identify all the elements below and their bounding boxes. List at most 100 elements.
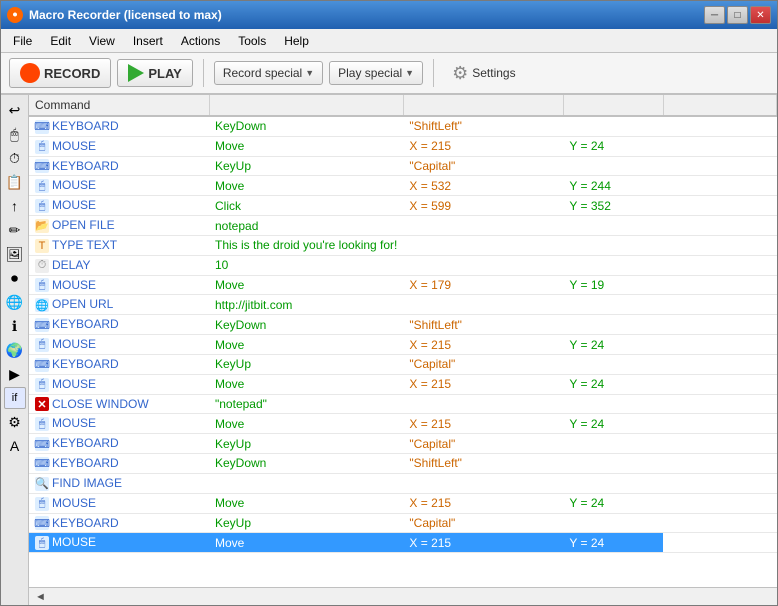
sidebar-icon-5[interactable]: ✏ — [4, 219, 26, 241]
cmd-name-text: MOUSE — [52, 416, 96, 430]
table-row[interactable]: 🌐OPEN URLhttp://jitbit.com — [29, 295, 777, 315]
cmd-name-text: MOUSE — [52, 139, 96, 153]
cmd-name-cell: 🖱MOUSE — [29, 136, 209, 156]
sidebar-icon-14[interactable]: A — [4, 435, 26, 457]
cmd-icon: ⏱ — [35, 259, 49, 273]
menu-tools[interactable]: Tools — [230, 32, 274, 50]
main-area: ↩ 🖱 ⏱ 📋 ↑ ✏ 🖼 ⏺ 🌐 ℹ 🌍 ▶ if ⚙ A Command — [1, 95, 777, 605]
cmd-action-cell: Move — [209, 136, 403, 156]
table-row[interactable]: 🖱MOUSEMoveX = 215Y = 24 — [29, 335, 777, 355]
cmd-icon: 🌐 — [35, 298, 49, 312]
record-button[interactable]: RECORD — [9, 58, 111, 88]
table-row[interactable]: ⌨KEYBOARDKeyDown"ShiftLeft" — [29, 315, 777, 335]
record-special-dropdown[interactable]: Record special ▼ — [214, 61, 323, 85]
table-row[interactable]: 🖱MOUSEClickX = 599Y = 352 — [29, 196, 777, 216]
menu-help[interactable]: Help — [276, 32, 317, 50]
cmd-param1-cell: X = 599 — [403, 196, 563, 216]
cmd-param1-cell: X = 532 — [403, 176, 563, 196]
minimize-button[interactable]: ─ — [704, 6, 725, 24]
settings-label: Settings — [472, 66, 515, 80]
close-button[interactable]: ✕ — [750, 6, 771, 24]
cmd-param1-cell: X = 215 — [403, 136, 563, 156]
cmd-action-cell: Move — [209, 414, 403, 434]
cmd-name-cell: 🖱MOUSE — [29, 493, 209, 513]
sidebar-icon-13[interactable]: ⚙ — [4, 411, 26, 433]
cmd-name-text: MOUSE — [52, 535, 96, 549]
table-row[interactable]: ⌨KEYBOARDKeyUp"Capital" — [29, 434, 777, 454]
cmd-name-cell: ⌨KEYBOARD — [29, 513, 209, 533]
cmd-icon: 🖱 — [35, 536, 49, 550]
sidebar-icon-11[interactable]: ▶ — [4, 363, 26, 385]
toolbar-separator-1 — [203, 59, 204, 87]
maximize-button[interactable]: □ — [727, 6, 748, 24]
cmd-name-cell: 🖱MOUSE — [29, 196, 209, 216]
sidebar-icon-12[interactable]: if — [4, 387, 26, 409]
col-extra — [663, 95, 776, 116]
sidebar-icon-7[interactable]: ⏺ — [4, 267, 26, 289]
cmd-name-text: KEYBOARD — [52, 119, 119, 133]
table-row[interactable]: 🖱MOUSEMoveX = 215Y = 24 — [29, 136, 777, 156]
cmd-action-cell: Move — [209, 493, 403, 513]
table-row[interactable]: 🖱MOUSEMoveX = 215Y = 24 — [29, 374, 777, 394]
cmd-name-cell: TTYPE TEXT — [29, 235, 209, 255]
table-row[interactable]: ⌨KEYBOARDKeyUp"Capital" — [29, 513, 777, 533]
sidebar-icon-3[interactable]: 📋 — [4, 171, 26, 193]
table-row[interactable]: 🖱MOUSEMoveX = 532Y = 244 — [29, 176, 777, 196]
table-row[interactable]: ⌨KEYBOARDKeyDown"ShiftLeft" — [29, 454, 777, 474]
cmd-icon: 🖱 — [35, 497, 49, 511]
cmd-param2-cell — [563, 434, 663, 454]
table-row[interactable]: 🖱MOUSEMoveX = 215Y = 24 — [29, 493, 777, 513]
sidebar-icon-8[interactable]: 🌐 — [4, 291, 26, 313]
play-special-dropdown[interactable]: Play special ▼ — [329, 61, 423, 85]
col-param2 — [563, 95, 663, 116]
sidebar-icon-1[interactable]: 🖱 — [4, 123, 26, 145]
cmd-name-cell: ⌨KEYBOARD — [29, 354, 209, 374]
cmd-icon: 🖱 — [35, 278, 49, 292]
cmd-name-text: KEYBOARD — [52, 357, 119, 371]
cmd-param2-cell — [563, 473, 663, 493]
sidebar-icon-2[interactable]: ⏱ — [4, 147, 26, 169]
col-command: Command — [29, 95, 209, 116]
cmd-param2-cell: Y = 24 — [563, 533, 663, 553]
play-button[interactable]: PLAY — [117, 59, 192, 87]
status-bar: ◄ — [29, 587, 777, 605]
menu-edit[interactable]: Edit — [42, 32, 79, 50]
play-special-label: Play special — [338, 66, 402, 80]
cmd-param2-cell — [563, 295, 663, 315]
table-row[interactable]: 📂OPEN FILEnotepad — [29, 216, 777, 236]
table-row[interactable]: ⌨KEYBOARDKeyUp"Capital" — [29, 354, 777, 374]
table-row[interactable]: 🖱MOUSEMoveX = 215Y = 24 — [29, 533, 777, 553]
table-row[interactable]: 🔍FIND IMAGE — [29, 473, 777, 493]
cmd-name-text: FIND IMAGE — [52, 476, 122, 490]
cmd-name-cell: ⏱DELAY — [29, 255, 209, 275]
sidebar-icon-4[interactable]: ↑ — [4, 195, 26, 217]
settings-button[interactable]: ⚙ Settings — [444, 59, 524, 88]
status-arrow[interactable]: ◄ — [35, 591, 46, 603]
cmd-param1-cell — [403, 255, 563, 275]
sidebar-icon-10[interactable]: 🌍 — [4, 339, 26, 361]
cmd-param1-cell: "ShiftLeft" — [403, 454, 563, 474]
table-row[interactable]: ⏱DELAY10 — [29, 255, 777, 275]
table-row[interactable]: TTYPE TEXTThis is the droid you're looki… — [29, 235, 777, 255]
table-row[interactable]: 🖱MOUSEMoveX = 215Y = 24 — [29, 414, 777, 434]
cmd-name-text: OPEN FILE — [52, 218, 115, 232]
menu-actions[interactable]: Actions — [173, 32, 228, 50]
sidebar-icon-0[interactable]: ↩ — [4, 99, 26, 121]
cmd-param2-cell: Y = 24 — [563, 374, 663, 394]
table-row[interactable]: ⌨KEYBOARDKeyDown"ShiftLeft" — [29, 116, 777, 136]
cmd-param2-cell — [563, 255, 663, 275]
cmd-name-cell: 📂OPEN FILE — [29, 216, 209, 236]
table-row[interactable]: ✕CLOSE WINDOW"notepad" — [29, 394, 777, 414]
menu-view[interactable]: View — [81, 32, 123, 50]
title-controls: ─ □ ✕ — [704, 6, 771, 24]
sidebar-icon-6[interactable]: 🖼 — [4, 243, 26, 265]
cmd-icon: 🖱 — [35, 140, 49, 154]
table-row[interactable]: ⌨KEYBOARDKeyUp"Capital" — [29, 156, 777, 176]
menu-file[interactable]: File — [5, 32, 40, 50]
sidebar-icon-9[interactable]: ℹ — [4, 315, 26, 337]
table-row[interactable]: 🖱MOUSEMoveX = 179Y = 19 — [29, 275, 777, 295]
command-table-container[interactable]: Command ⌨KEYBOARDKeyDown"ShiftLeft"🖱MOUS… — [29, 95, 777, 587]
menu-insert[interactable]: Insert — [125, 32, 171, 50]
cmd-name-text: MOUSE — [52, 496, 96, 510]
cmd-name-cell: 🖱MOUSE — [29, 374, 209, 394]
